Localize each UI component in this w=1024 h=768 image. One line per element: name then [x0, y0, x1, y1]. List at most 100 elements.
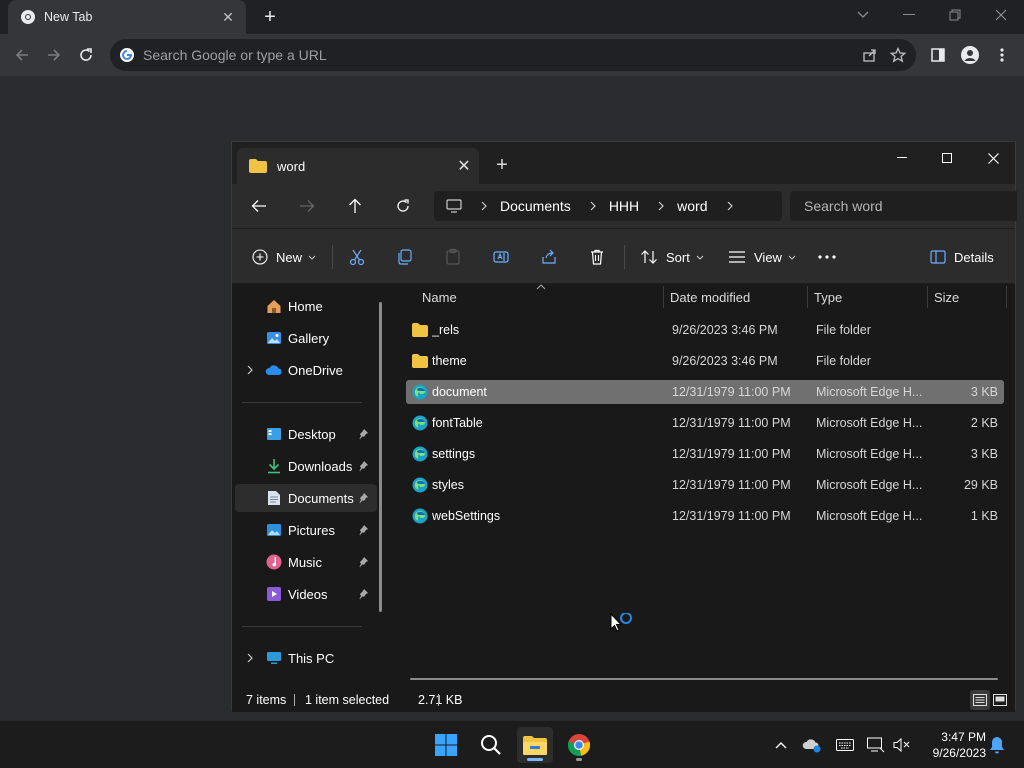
rename-icon [493, 251, 509, 263]
breadcrumb-documents[interactable]: Documents [500, 198, 571, 214]
column-header-type[interactable]: Type [814, 284, 842, 310]
column-separator[interactable] [663, 286, 664, 308]
taskbar-file-explorer[interactable] [517, 727, 553, 763]
breadcrumb-chevron-icon[interactable] [472, 201, 496, 211]
address-bar[interactable]: Documents HHH word [434, 191, 782, 221]
breadcrumb-chevron-icon[interactable] [649, 201, 673, 211]
column-separator[interactable] [927, 286, 928, 308]
paste-button[interactable] [444, 243, 462, 271]
start-button[interactable] [428, 727, 464, 763]
explorer-new-tab-button[interactable]: + [490, 154, 514, 176]
explorer-up-icon[interactable] [340, 192, 370, 220]
taskbar-search-button[interactable] [473, 727, 509, 763]
column-separator[interactable] [807, 286, 808, 308]
file-row-document[interactable]: document 12/31/1979 11:00 PM Microsoft Edg… [406, 380, 1004, 404]
volume-muted-icon[interactable] [892, 735, 912, 755]
breadcrumb-word[interactable]: word [677, 198, 707, 214]
bookmark-star-icon[interactable] [889, 46, 907, 66]
expand-chevron-icon[interactable] [245, 653, 255, 663]
explorer-address-row: Documents HHH word [232, 184, 1017, 228]
nav-item-documents[interactable]: Documents [235, 484, 377, 512]
expand-chevron-icon[interactable] [245, 365, 255, 375]
explorer-refresh-icon[interactable] [388, 192, 418, 220]
chrome-minimize-icon[interactable] [886, 0, 932, 30]
tiles-view-toggle[interactable] [990, 690, 1010, 710]
chrome-tab-search-icon[interactable] [840, 0, 886, 30]
chrome-close-icon[interactable] [978, 0, 1024, 30]
file-row-styles[interactable]: styles 12/31/1979 11:00 PM Microsoft Edge … [406, 473, 1004, 497]
breadcrumb-chevron-icon[interactable] [581, 201, 605, 211]
pin-icon[interactable] [357, 492, 369, 504]
show-hidden-icons-chevron-icon[interactable] [771, 735, 791, 755]
nav-item-videos[interactable]: Videos [235, 580, 377, 608]
pin-icon[interactable] [357, 588, 369, 600]
column-header-name[interactable]: Name [422, 284, 457, 310]
file-row-websettings[interactable]: webSettings 12/31/1979 11:00 PM Microsoft … [406, 504, 1004, 528]
explorer-maximize-icon[interactable] [924, 142, 970, 174]
breadcrumb-chevron-icon[interactable] [718, 201, 742, 211]
nav-item-gallery[interactable]: Gallery [235, 324, 377, 352]
nav-item-home[interactable]: Home [235, 292, 377, 320]
nav-item-downloads[interactable]: Downloads [235, 452, 377, 480]
reload-icon[interactable] [72, 42, 100, 68]
cut-button[interactable] [348, 243, 366, 271]
explorer-search-input[interactable] [804, 198, 1004, 214]
network-icon[interactable] [866, 735, 886, 755]
breadcrumb-hhh[interactable]: HHH [609, 198, 639, 214]
notifications-bell-icon[interactable] [987, 735, 1007, 755]
nav-item-music[interactable]: Music [235, 548, 377, 576]
taskbar-clock[interactable]: 3:47 PM 9/26/2023 [918, 729, 986, 761]
profile-icon[interactable] [956, 42, 984, 68]
taskbar-chrome[interactable] [561, 727, 597, 763]
explorer-back-icon[interactable] [244, 192, 274, 220]
column-header-date-modified[interactable]: Date modified [670, 284, 750, 310]
copy-button[interactable] [396, 243, 414, 271]
file-row-settings[interactable]: settings 12/31/1979 11:00 PM Microsoft Edg… [406, 442, 1004, 466]
delete-button[interactable] [588, 243, 606, 271]
nav-item-this-pc[interactable]: This PC [235, 644, 377, 672]
share-icon[interactable] [862, 47, 878, 66]
details-view-toggle[interactable] [970, 690, 990, 710]
explorer-forward-icon[interactable] [292, 192, 322, 220]
nav-item-desktop[interactable]: Desktop [235, 420, 377, 448]
rename-button[interactable] [492, 243, 510, 271]
omnibox[interactable] [110, 39, 916, 71]
omnibox-input[interactable] [143, 47, 743, 63]
view-button[interactable]: View [728, 243, 796, 271]
horizontal-scrollbar[interactable] [410, 678, 998, 680]
close-explorer-tab-icon[interactable]: ✕ [449, 156, 479, 176]
folder-icon [249, 159, 267, 173]
pin-icon[interactable] [357, 556, 369, 568]
column-header-size[interactable]: Size [934, 284, 959, 310]
keyboard-icon[interactable] [835, 735, 855, 755]
file-row-theme[interactable]: theme 9/26/2023 3:46 PM File folder [406, 349, 1004, 373]
nav-item-pictures[interactable]: Pictures [235, 516, 377, 544]
column-separator[interactable] [1006, 286, 1007, 308]
forward-arrow-icon[interactable] [40, 42, 68, 68]
close-tab-icon[interactable]: ✕ [216, 9, 240, 26]
nav-scrollbar[interactable] [379, 302, 382, 612]
explorer-close-icon[interactable] [970, 142, 1016, 174]
back-arrow-icon[interactable] [8, 42, 36, 68]
details-pane-button[interactable]: Details [930, 243, 994, 271]
new-tab-button[interactable]: + [258, 6, 282, 28]
explorer-tab-word[interactable]: word ✕ [237, 148, 479, 184]
nav-item-onedrive[interactable]: OneDrive [235, 356, 377, 384]
side-panel-icon[interactable] [924, 42, 952, 68]
explorer-minimize-icon[interactable] [879, 142, 925, 174]
sort-button[interactable]: Sort [640, 243, 704, 271]
pin-icon[interactable] [357, 428, 369, 440]
explorer-search-box[interactable] [790, 191, 1017, 221]
more-options-button[interactable] [818, 243, 836, 271]
file-row-fonttable[interactable]: fontTable 12/31/1979 11:00 PM Microsoft Ed… [406, 411, 1004, 435]
onedrive-tray-icon[interactable] [802, 735, 822, 755]
sort-label: Sort [666, 249, 690, 265]
chrome-tab-new-tab[interactable]: New Tab ✕ [8, 0, 246, 34]
pin-icon[interactable] [357, 524, 369, 536]
chrome-restore-icon[interactable] [932, 0, 978, 30]
share-button[interactable] [540, 243, 558, 271]
new-button[interactable]: New [252, 243, 316, 271]
pin-icon[interactable] [357, 460, 369, 472]
chrome-menu-icon[interactable] [988, 42, 1016, 68]
file-row-rels[interactable]: _rels 9/26/2023 3:46 PM File folder [406, 318, 1004, 342]
